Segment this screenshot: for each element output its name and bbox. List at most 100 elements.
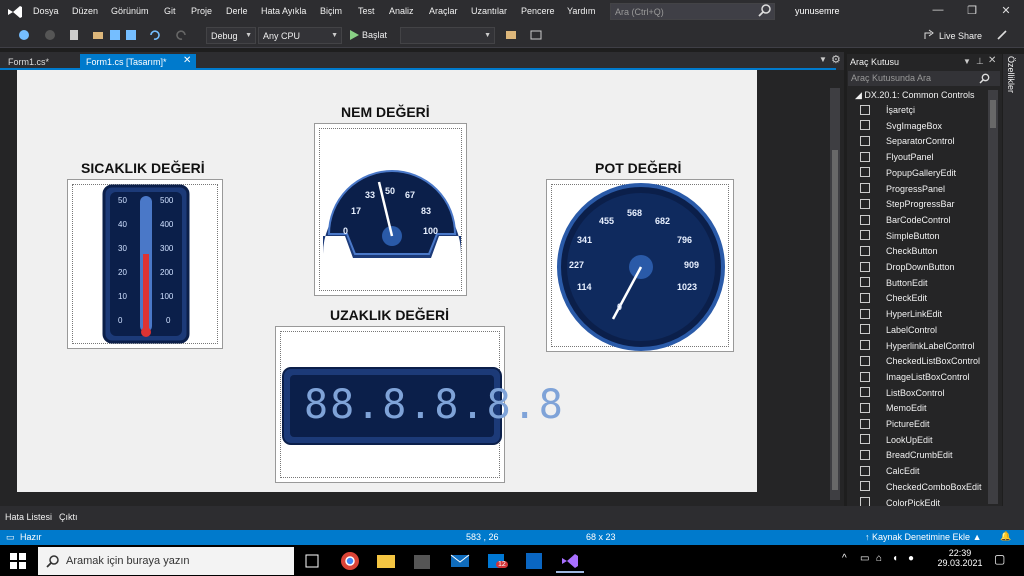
toolbox-item[interactable]: İşaretçi [860,104,915,119]
toolbox-item[interactable]: ListBoxControl [860,387,945,402]
humidity-label[interactable]: NEM DEĞERİ [341,104,430,120]
user-name[interactable]: yunusemre [795,6,840,16]
windows-start-icon[interactable] [10,553,26,569]
search-input[interactable]: Ara (Ctrl+Q) [610,3,775,20]
pot-gauge[interactable]: 0 114 227 341 455 568 682 796 909 1023 [546,179,734,352]
minimize-button[interactable]: — [928,4,948,20]
visual-studio-logo-icon[interactable] [6,4,24,20]
toolbox-item[interactable]: LabelControl [860,324,937,339]
menu-analiz[interactable]: Analiz [389,6,414,16]
toolbox-search-input[interactable]: Araç Kutusunda Ara [848,71,1000,86]
humidity-gauge[interactable]: 0 17 33 50 67 83 100 [314,123,467,296]
menu-dosya[interactable]: Dosya [33,6,59,16]
menu-proje[interactable]: Proje [191,6,212,16]
toolbox-scroll-thumb[interactable] [990,100,996,128]
thermometer-gauge[interactable]: 50 40 30 20 10 0 500 400 300 200 100 0 [67,179,223,349]
form-canvas[interactable]: SICAKLIK DEĞERİ 50 40 30 20 10 0 500 400… [17,70,757,492]
tab-dropdown-icon[interactable]: ▼ [819,55,827,64]
toolbox-close-icon[interactable]: ✕ [988,55,996,66]
toolbox-item[interactable]: DropDownButton [860,261,955,276]
distance-label[interactable]: UZAKLIK DEĞERİ [330,307,449,323]
designer-scroll-thumb[interactable] [832,150,838,490]
play-icon[interactable] [348,29,360,41]
toolbox-item[interactable]: CheckEdit [860,292,927,307]
file-explorer-icon[interactable] [372,549,400,573]
close-tab-icon[interactable]: ✕ [183,55,191,66]
visual-studio-task-icon[interactable] [556,549,584,573]
chrome-icon[interactable] [336,549,364,573]
distance-digital-display[interactable]: 88.8.8.8.8 [275,326,563,483]
undo-icon[interactable] [148,29,160,41]
toolbox-dropdown-icon[interactable]: ▼ [963,57,971,66]
restore-button[interactable]: ❐ [962,4,982,20]
toolbox-item[interactable]: ImageListBoxControl [860,371,970,386]
temperature-label[interactable]: SICAKLIK DEĞERİ [81,160,205,176]
pot-label[interactable]: POT DEĞERİ [595,160,681,176]
notification-bell-icon[interactable]: 🔔 [1000,531,1011,542]
toolbox-item[interactable]: FlyoutPanel [860,151,934,166]
menu-pencere[interactable]: Pencere [521,6,555,16]
store-icon[interactable] [408,549,436,573]
live-share-button[interactable]: Live Share [939,31,982,41]
antivirus-icon[interactable]: ● [908,553,914,564]
toolbox-item[interactable]: SeparatorControl [860,135,955,150]
battery-icon[interactable]: ▭ [860,553,869,564]
mail-icon[interactable] [446,549,474,573]
pin-icon[interactable]: ⊥ [976,56,984,67]
close-button[interactable]: ✕ [996,4,1016,20]
menu-git[interactable]: Git [164,6,176,16]
toolbox-item[interactable]: BreadCrumbEdit [860,449,953,464]
menu-uzantilar[interactable]: Uzantılar [471,6,507,16]
toolbox-item[interactable]: SimpleButton [860,230,940,245]
screenshot-icon[interactable] [530,29,542,41]
menu-araclar[interactable]: Araçlar [429,6,458,16]
linkedin-icon[interactable] [520,549,548,573]
save-all-icon[interactable] [125,29,137,41]
task-view-icon[interactable] [298,549,326,573]
menu-bicim[interactable]: Biçim [320,6,342,16]
share-icon[interactable] [923,29,935,41]
config-select[interactable]: Debug ▼ [206,27,256,44]
platform-select[interactable]: Any CPU ▼ [258,27,342,44]
taskbar-clock[interactable]: 22:39 29.03.2021 [932,548,988,568]
action-center-icon[interactable]: ▢ [994,552,1005,566]
toolbox-group-header[interactable]: ◢ DX.20.1: Common Controls [855,90,974,101]
menu-test[interactable]: Test [358,6,375,16]
settings-gear-icon[interactable]: ⚙ [831,53,841,66]
new-project-icon[interactable] [68,29,80,41]
toolbox-scrollbar[interactable] [988,90,998,504]
toolbox-item[interactable]: SvgImageBox [860,120,942,135]
browser-link-icon[interactable] [505,29,517,41]
search-icon[interactable] [758,3,772,17]
open-folder-icon[interactable] [92,29,104,41]
toolbox-item[interactable]: LookUpEdit [860,434,933,449]
toolbox-search-icon[interactable] [979,73,990,84]
tray-chevron-icon[interactable]: ^ [842,553,847,564]
redo-icon[interactable] [176,29,188,41]
menu-yardim[interactable]: Yardım [567,6,595,16]
menu-duzen[interactable]: Düzen [72,6,98,16]
toolbox-item[interactable]: BarCodeControl [860,214,951,229]
properties-tab[interactable]: Özellikler [1006,56,1016,93]
start-button[interactable]: Başlat [362,30,387,40]
toolbox-item[interactable]: CalcEdit [860,465,920,480]
forward-icon[interactable] [44,29,56,41]
menu-hata-ayikla[interactable]: Hata Ayıkla [261,6,306,16]
tab-output[interactable]: Çıktı [59,512,78,522]
toolbox-item[interactable]: ButtonEdit [860,277,928,292]
menu-derle[interactable]: Derle [226,6,248,16]
toolbox-item[interactable]: ProgressPanel [860,183,945,198]
toolbox-item[interactable]: MemoEdit [860,402,927,417]
status-source-control[interactable]: ↑ Kaynak Denetimine Ekle ▲ [865,532,982,542]
toolbox-item[interactable]: StepProgressBar [860,198,955,213]
toolbox-item[interactable]: CheckedComboBoxEdit [860,481,982,496]
outlook-icon[interactable]: 12 [482,549,510,573]
target-select[interactable]: ▼ [400,27,495,44]
save-icon[interactable] [109,29,121,41]
toolbox-item[interactable]: PopupGalleryEdit [860,167,956,182]
taskbar-search-input[interactable]: Aramak için buraya yazın [38,547,294,575]
feedback-icon[interactable] [996,29,1008,41]
volume-icon[interactable]: ◖ [892,553,898,564]
toolbox-item[interactable]: PictureEdit [860,418,930,433]
toolbox-item[interactable]: CheckButton [860,245,938,260]
